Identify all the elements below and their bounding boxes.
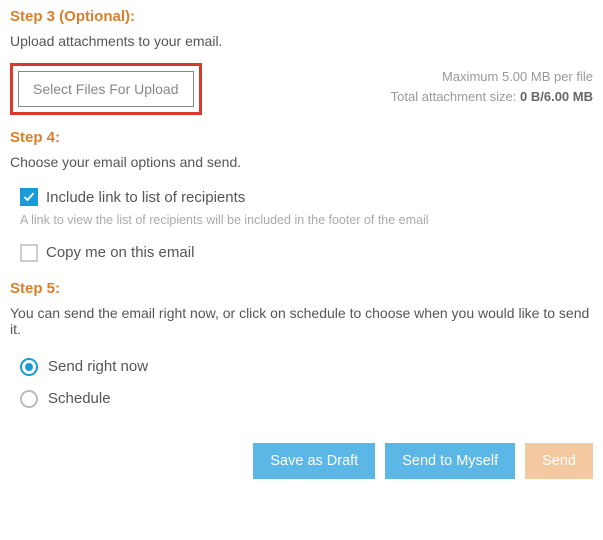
send-button[interactable]: Send: [525, 443, 593, 479]
radio-dot-icon: [25, 363, 33, 371]
copy-me-label: Copy me on this email: [46, 244, 194, 261]
send-to-myself-button[interactable]: Send to Myself: [385, 443, 515, 479]
upload-info: Maximum 5.00 MB per file Total attachmen…: [391, 63, 593, 106]
include-link-option: Include link to list of recipients: [20, 184, 593, 210]
total-size-value: 0 B/6.00 MB: [520, 89, 593, 104]
include-link-checkbox[interactable]: [20, 188, 38, 206]
step4-section: Step 4: Choose your email options and se…: [10, 129, 593, 266]
step3-heading: Step 3 (Optional):: [10, 8, 593, 25]
step5-heading: Step 5:: [10, 280, 593, 297]
action-button-row: Save as Draft Send to Myself Send: [10, 443, 593, 479]
schedule-label: Schedule: [48, 390, 111, 407]
send-now-option: Send right now: [20, 351, 593, 383]
step4-heading: Step 4:: [10, 129, 593, 146]
include-link-hint: A link to view the list of recipients wi…: [20, 212, 480, 230]
step3-description: Upload attachments to your email.: [10, 33, 593, 49]
send-timing-radio-group: Send right now Schedule: [20, 351, 593, 415]
schedule-radio[interactable]: [20, 390, 38, 408]
total-size-label: Total attachment size:: [391, 89, 520, 104]
select-files-button[interactable]: Select Files For Upload: [18, 71, 194, 107]
schedule-option: Schedule: [20, 383, 593, 415]
include-link-label: Include link to list of recipients: [46, 189, 245, 206]
send-now-radio[interactable]: [20, 358, 38, 376]
check-icon: [23, 191, 35, 203]
step5-description: You can send the email right now, or cli…: [10, 305, 593, 337]
total-size-text: Total attachment size: 0 B/6.00 MB: [391, 87, 593, 107]
copy-me-checkbox[interactable]: [20, 244, 38, 262]
copy-me-option: Copy me on this email: [20, 240, 593, 266]
step5-section: Step 5: You can send the email right now…: [10, 280, 593, 415]
step4-description: Choose your email options and send.: [10, 154, 593, 170]
upload-highlight-box: Select Files For Upload: [10, 63, 202, 115]
step3-section: Step 3 (Optional): Upload attachments to…: [10, 8, 593, 115]
send-now-label: Send right now: [48, 358, 148, 375]
upload-row: Select Files For Upload Maximum 5.00 MB …: [10, 63, 593, 115]
max-per-file-text: Maximum 5.00 MB per file: [391, 67, 593, 87]
save-draft-button[interactable]: Save as Draft: [253, 443, 375, 479]
